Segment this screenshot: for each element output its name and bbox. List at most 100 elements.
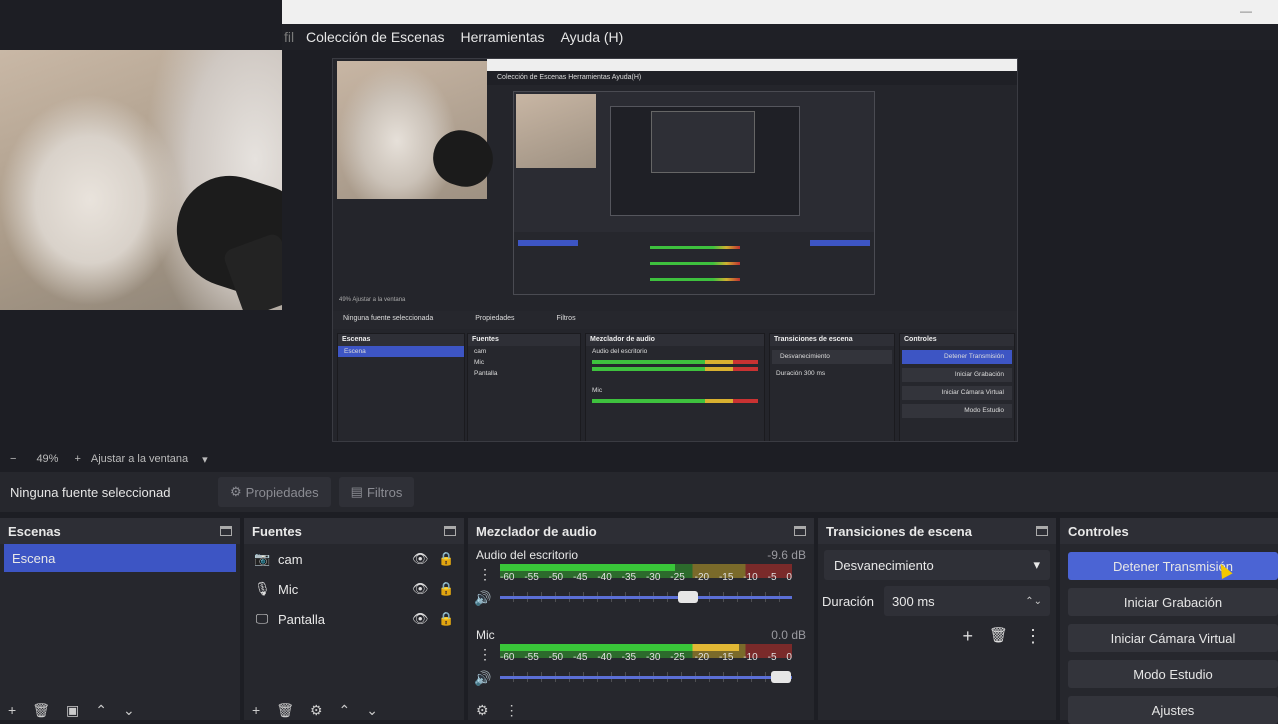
delete-scene-button[interactable]: 🗑 xyxy=(32,702,50,720)
nested-control-button: Modo Estudio xyxy=(902,404,1012,418)
move-up-button[interactable]: ⌃ xyxy=(95,702,107,720)
speaker-icon[interactable]: 🔊 xyxy=(474,590,491,607)
nested-dock-mixer: Mezclador de audio Audio del escritorio … xyxy=(585,333,765,441)
volume-meter: -60 -55 -50 -45 -40 -35 -30 -25 -20 -15 -10 -5 0 xyxy=(500,644,792,666)
menu-item-partial[interactable]: fil xyxy=(284,29,306,45)
undock-icon[interactable] xyxy=(444,526,456,536)
mixer-settings-button[interactable]: ⚙ xyxy=(476,702,489,720)
nested-meter xyxy=(592,367,758,371)
meter-tick-label: -10 xyxy=(743,572,758,583)
transition-selected-value: Desvanecimiento xyxy=(834,557,934,573)
zoom-out-button[interactable]: − xyxy=(10,453,16,465)
scene-filters-button[interactable]: ▣ xyxy=(66,702,79,720)
lock-icon[interactable]: 🔒 xyxy=(438,551,454,567)
visibility-eye-icon[interactable]: 👁 xyxy=(412,551,429,567)
slider-knob[interactable] xyxy=(771,671,792,683)
undock-icon[interactable] xyxy=(220,526,232,536)
start-recording-button[interactable]: Iniciar Grabación xyxy=(1068,588,1278,616)
properties-button[interactable]: ⚙ Propiedades xyxy=(218,477,331,507)
nested-zoom: 49% Ajustar a la ventana xyxy=(339,297,406,303)
no-source-selected-label: Ninguna fuente seleccionad xyxy=(10,484,171,500)
meter-tick-label: -5 xyxy=(767,572,777,583)
mixer-channel: Mic 0.0 dB ⋮ -60 -55 -50 -45 -40 -35 -30 -25 -20… xyxy=(468,624,814,704)
meter-tick-label: -50 xyxy=(548,572,564,583)
meter-tick-label: -15 xyxy=(718,652,734,663)
channel-name: Mic xyxy=(476,628,495,642)
transition-menu-button[interactable]: ⋮ xyxy=(1024,626,1042,647)
lock-icon[interactable]: 🔒 xyxy=(438,611,454,627)
meter-tick-label: -10 xyxy=(743,652,758,663)
dock-title: Escenas xyxy=(8,523,61,539)
volume-slider[interactable] xyxy=(500,670,792,684)
source-item-pantalla[interactable]: 🖵 Pantalla 👁 🔒 xyxy=(244,604,464,634)
nested-inner-scene-highlight xyxy=(518,240,578,246)
nested-source-item: cam xyxy=(474,348,487,355)
nested-dock-scenes: Escenas Escena xyxy=(337,333,465,441)
menu-item-scene-collection[interactable]: Colección de Escenas xyxy=(306,29,445,45)
add-scene-button[interactable]: + xyxy=(8,702,16,720)
undock-icon[interactable] xyxy=(794,526,806,536)
nested-preview-screen: Colección de Escenas Herramientas Ayuda(… xyxy=(332,58,1018,442)
duration-spinbox[interactable]: 300 ms ⌃⌄ xyxy=(884,586,1050,616)
nested-meter xyxy=(592,399,758,403)
delete-source-button[interactable]: 🗑 xyxy=(276,702,294,720)
nested-inner-meter xyxy=(650,246,740,249)
channel-menu-icon[interactable]: ⋮ xyxy=(478,646,492,663)
nested-dock-transitions: Transiciones de escena Desvanecimiento D… xyxy=(769,333,895,441)
slider-knob[interactable] xyxy=(677,591,698,603)
visibility-eye-icon[interactable]: 👁 xyxy=(412,581,429,597)
meter-tick-label: -40 xyxy=(597,572,612,583)
volume-slider[interactable] xyxy=(500,590,792,604)
visibility-eye-icon[interactable]: 👁 xyxy=(412,611,429,627)
scene-item[interactable]: Escena xyxy=(4,544,236,572)
start-virtual-camera-button[interactable]: Iniciar Cámara Virtual xyxy=(1068,624,1278,652)
nested-dock-title: Mezclador de audio xyxy=(586,334,764,346)
source-item-cam[interactable]: 📷 cam 👁 🔒 xyxy=(244,544,464,574)
camera-icon: 📷 xyxy=(254,551,271,566)
minimize-icon[interactable]: — xyxy=(1240,4,1252,18)
menu-item-tools[interactable]: Herramientas xyxy=(461,29,545,45)
nested-dock-title: Controles xyxy=(900,334,1014,346)
add-transition-button[interactable]: + xyxy=(962,626,973,647)
duration-row: Duración 300 ms ⌃⌄ xyxy=(822,586,1050,616)
lock-icon[interactable]: 🔒 xyxy=(438,581,454,597)
nested-mixer-channel: Mic xyxy=(592,387,603,394)
studio-mode-button[interactable]: Modo Estudio xyxy=(1068,660,1278,688)
move-down-button[interactable]: ⌄ xyxy=(123,702,135,720)
add-source-button[interactable]: + xyxy=(252,702,260,720)
preview-canvas[interactable]: Colección de Escenas Herramientas Ayuda(… xyxy=(0,50,1278,448)
audio-mixer-dock: Mezclador de audio Audio del escritorio … xyxy=(468,518,814,720)
stop-streaming-button[interactable]: Detener Transmisión xyxy=(1068,552,1278,580)
move-up-button[interactable]: ⌃ xyxy=(339,702,351,720)
source-name: Mic xyxy=(278,581,299,597)
meter-tick-label: 0 xyxy=(786,572,792,583)
properties-label: Propiedades xyxy=(245,484,319,500)
nested-mic-shape xyxy=(425,123,501,194)
nested-duration-value: 300 ms xyxy=(803,370,826,377)
spin-arrows-icon[interactable]: ⌃⌄ xyxy=(1025,596,1042,607)
zoom-in-button[interactable]: + xyxy=(74,453,80,465)
source-properties-button[interactable]: ⚙ xyxy=(310,702,323,720)
nested-status-props: Propiedades xyxy=(475,315,515,322)
zoom-dropdown-caret[interactable]: ▾ xyxy=(202,453,208,466)
speaker-icon[interactable]: 🔊 xyxy=(474,670,491,687)
undock-icon[interactable] xyxy=(1036,526,1048,536)
nested-inner-meter xyxy=(650,262,740,265)
channel-menu-icon[interactable]: ⋮ xyxy=(478,566,492,583)
meter-tick-label: -55 xyxy=(524,572,539,583)
menu-item-help[interactable]: Ayuda (H) xyxy=(561,29,624,45)
source-item-mic[interactable]: 🎙 Mic 👁 🔒 xyxy=(244,574,464,604)
delete-transition-button[interactable]: 🗑 xyxy=(989,626,1008,647)
nested-inner-cam xyxy=(516,94,596,168)
mixer-dock-header: Mezclador de audio xyxy=(468,518,814,544)
scenes-dock-header: Escenas xyxy=(0,518,240,544)
move-down-button[interactable]: ⌄ xyxy=(366,702,378,720)
meter-tick-label: -25 xyxy=(670,572,685,583)
nested-status-filters: Filtros xyxy=(556,315,576,322)
nested-control-button: Detener Transmisión xyxy=(902,350,1012,364)
mixer-menu-button[interactable]: ⋮ xyxy=(505,702,519,720)
transition-select[interactable]: Desvanecimiento ▾ xyxy=(824,550,1050,580)
scenes-dock: Escenas Escena + 🗑 ▣ ⌃ ⌄ xyxy=(0,518,240,720)
filters-button[interactable]: ▤ Filtros xyxy=(338,477,415,507)
source-name: Pantalla xyxy=(278,611,325,627)
